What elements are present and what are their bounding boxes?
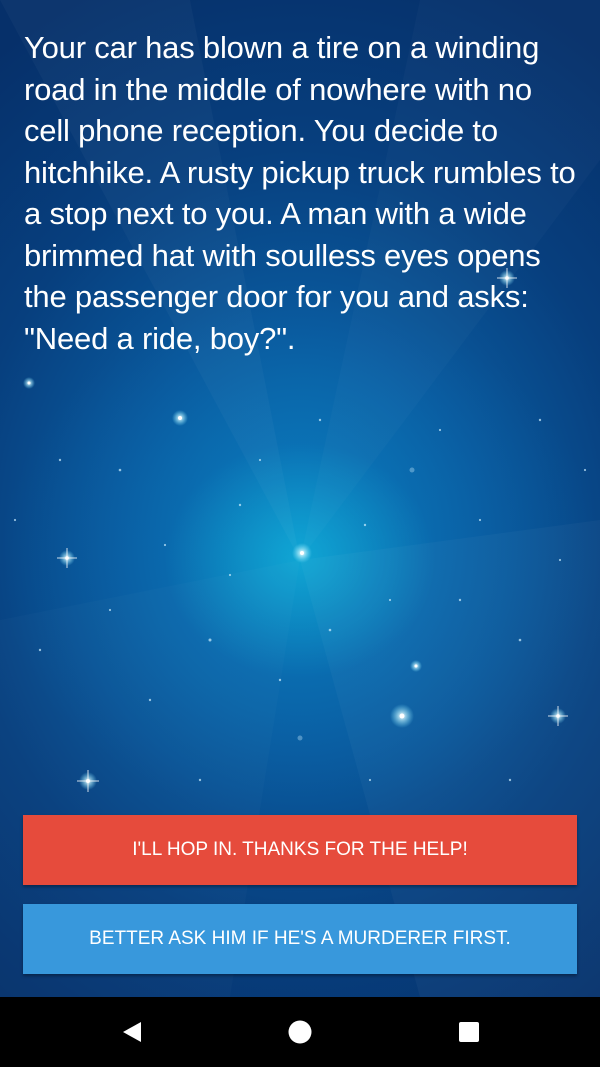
square-recent-apps-icon bbox=[459, 1022, 479, 1042]
home-button[interactable] bbox=[285, 1017, 315, 1047]
story-text: Your car has blown a tire on a winding r… bbox=[24, 30, 576, 356]
back-button[interactable] bbox=[117, 1017, 147, 1047]
circle-home-icon bbox=[288, 1020, 312, 1044]
android-navigation-bar bbox=[0, 997, 600, 1067]
choice-button-ask-murderer[interactable]: Better ask him if he's a murderer first. bbox=[23, 904, 577, 974]
choice-button-hop-in[interactable]: I'll hop in. Thanks for the help! bbox=[23, 815, 577, 885]
recent-apps-button[interactable] bbox=[454, 1017, 484, 1047]
game-screen: Your car has blown a tire on a winding r… bbox=[0, 0, 600, 1067]
triangle-back-icon bbox=[123, 1022, 141, 1042]
